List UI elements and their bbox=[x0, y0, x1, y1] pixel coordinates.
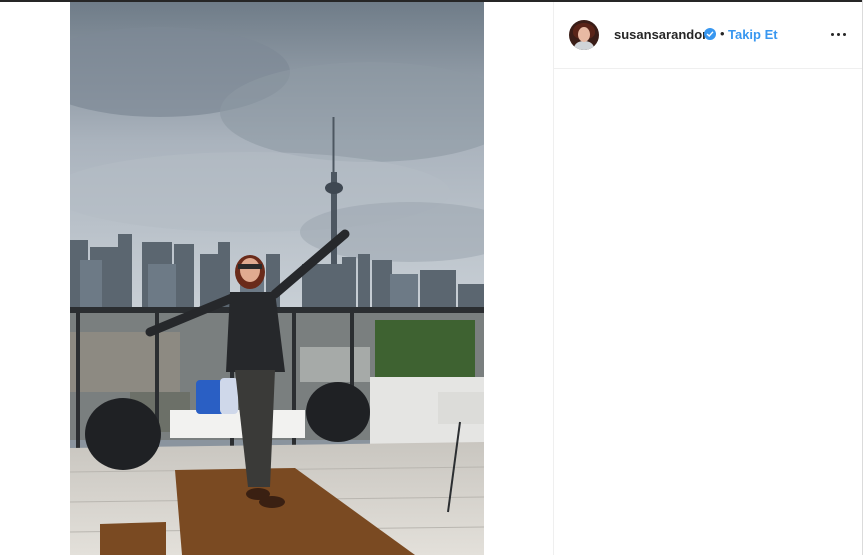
separator-dot: • bbox=[720, 26, 725, 41]
avatar[interactable] bbox=[569, 20, 599, 50]
username-link[interactable]: susansarandon bbox=[614, 27, 710, 42]
avatar-face-shape bbox=[578, 27, 590, 42]
more-dot bbox=[837, 33, 840, 36]
media-pane bbox=[0, 2, 553, 555]
post-sidebar: susansarandon • Takip Et bbox=[553, 2, 863, 555]
post-header: susansarandon • Takip Et bbox=[554, 2, 863, 69]
post-photo[interactable] bbox=[70, 2, 484, 555]
avatar-body-shape bbox=[574, 41, 594, 50]
follow-button[interactable]: Takip Et bbox=[728, 27, 778, 42]
more-options-icon[interactable] bbox=[830, 26, 848, 42]
more-dot bbox=[843, 33, 846, 36]
verified-badge-icon bbox=[704, 28, 716, 40]
more-dot bbox=[831, 33, 834, 36]
